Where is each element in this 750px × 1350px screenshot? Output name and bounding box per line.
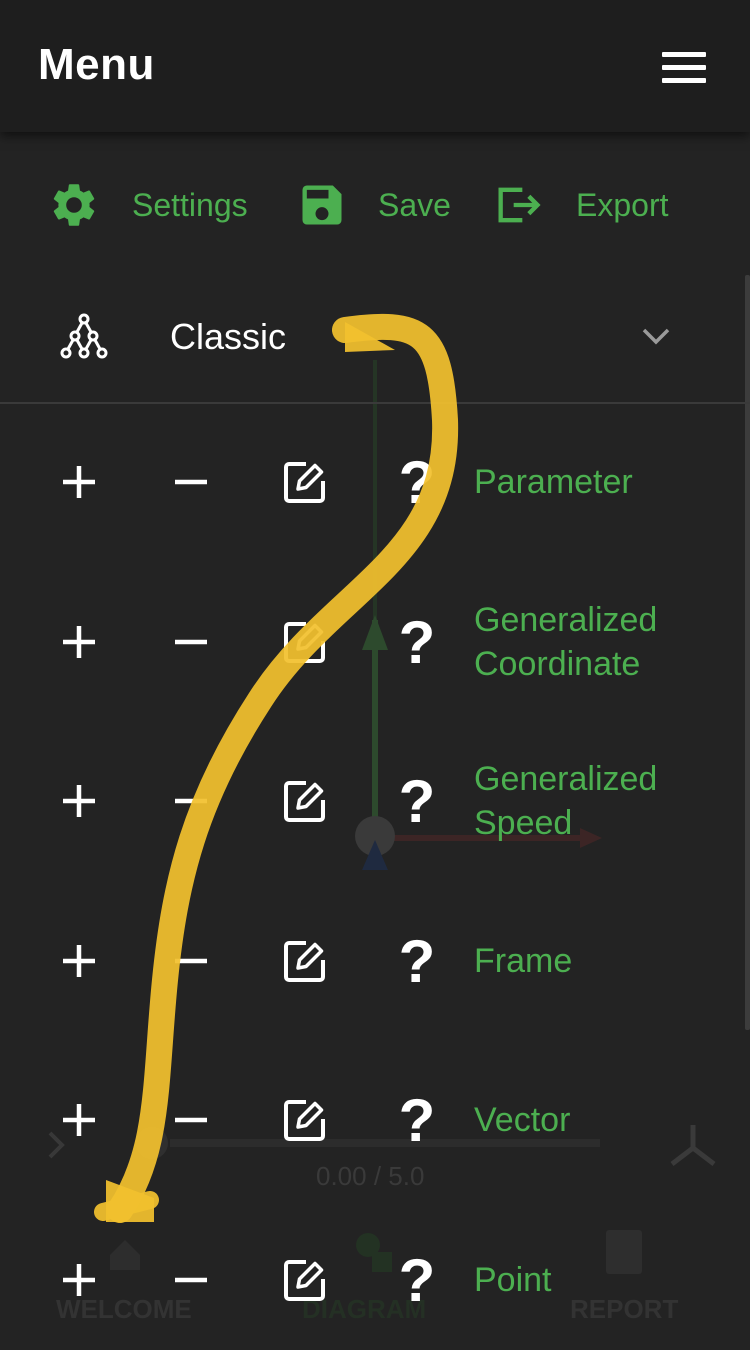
row-label: Generalized Coordinate [474, 601, 658, 683]
row-label: Frame [474, 942, 573, 980]
list-item: ? Parameter [0, 412, 740, 552]
save-label: Save [378, 186, 451, 223]
tree-network-icon [60, 313, 108, 359]
menu-header: Menu [0, 0, 750, 132]
edit-icon [284, 1100, 325, 1141]
help-icon: ? [398, 927, 436, 995]
row-label: Point [474, 1261, 552, 1299]
help-button[interactable]: ? [390, 412, 444, 552]
remove-button[interactable] [160, 731, 222, 871]
save-button[interactable]: Save [296, 165, 451, 245]
help-button[interactable]: ? [390, 572, 444, 712]
remove-button[interactable] [160, 891, 222, 1031]
plus-icon [63, 945, 95, 977]
row-label: Generalized Speed [474, 760, 658, 842]
help-icon: ? [398, 448, 436, 516]
help-icon: ? [398, 1246, 436, 1314]
page-title: Menu [38, 40, 155, 89]
help-button[interactable]: ? [390, 731, 444, 871]
add-button[interactable] [48, 1050, 110, 1190]
edit-button[interactable] [278, 731, 332, 871]
remove-button[interactable] [160, 1210, 222, 1350]
list-item: ? Vector [0, 1050, 740, 1190]
help-button[interactable]: ? [390, 1050, 444, 1190]
help-icon: ? [398, 767, 436, 835]
add-button[interactable] [48, 572, 110, 712]
minus-icon [175, 479, 207, 485]
export-icon [498, 187, 541, 223]
help-icon: ? [398, 608, 436, 676]
list-item: ? Point [0, 1210, 740, 1350]
toolbar: Settings Save Export [0, 165, 750, 245]
help-icon: ? [398, 1086, 436, 1154]
export-button[interactable]: Export [492, 165, 668, 245]
minus-icon [175, 639, 207, 645]
edit-icon [284, 622, 325, 663]
list-item: ? Generalized Coordinate [0, 572, 740, 712]
edit-button[interactable] [278, 1210, 332, 1350]
export-label: Export [576, 186, 669, 223]
selector-value: Classic [170, 316, 287, 357]
row-label: Parameter [474, 463, 633, 501]
edit-button[interactable] [278, 1050, 332, 1190]
minus-icon [175, 1277, 207, 1283]
edit-button[interactable] [278, 412, 332, 552]
add-button[interactable] [48, 891, 110, 1031]
plus-icon [63, 785, 95, 817]
save-icon [302, 185, 342, 225]
hamburger-menu-icon[interactable] [662, 52, 706, 84]
edit-icon [284, 1260, 325, 1301]
remove-button[interactable] [160, 1050, 222, 1190]
minus-icon [175, 1117, 207, 1123]
add-button[interactable] [48, 412, 110, 552]
remove-button[interactable] [160, 572, 222, 712]
plus-icon [63, 1104, 95, 1136]
plus-icon [63, 1264, 95, 1296]
list-item: ? Frame [0, 891, 740, 1031]
minus-icon [175, 798, 207, 804]
edit-icon [284, 462, 325, 503]
minus-icon [175, 958, 207, 964]
gear-icon [53, 184, 95, 226]
add-button[interactable] [48, 731, 110, 871]
row-label: Vector [474, 1101, 571, 1139]
edit-icon [284, 781, 325, 822]
list-item: ? Generalized Speed [0, 731, 740, 871]
edit-button[interactable] [278, 572, 332, 712]
settings-button[interactable]: Settings [48, 165, 248, 245]
plus-icon [63, 466, 95, 498]
chevron-down-icon[interactable] [640, 320, 672, 352]
mode-selector[interactable]: Classic [0, 270, 750, 404]
plus-icon [63, 626, 95, 658]
settings-label: Settings [132, 186, 248, 223]
add-button[interactable] [48, 1210, 110, 1350]
help-button[interactable]: ? [390, 1210, 444, 1350]
help-button[interactable]: ? [390, 891, 444, 1031]
edit-button[interactable] [278, 891, 332, 1031]
remove-button[interactable] [160, 412, 222, 552]
edit-icon [284, 941, 325, 982]
